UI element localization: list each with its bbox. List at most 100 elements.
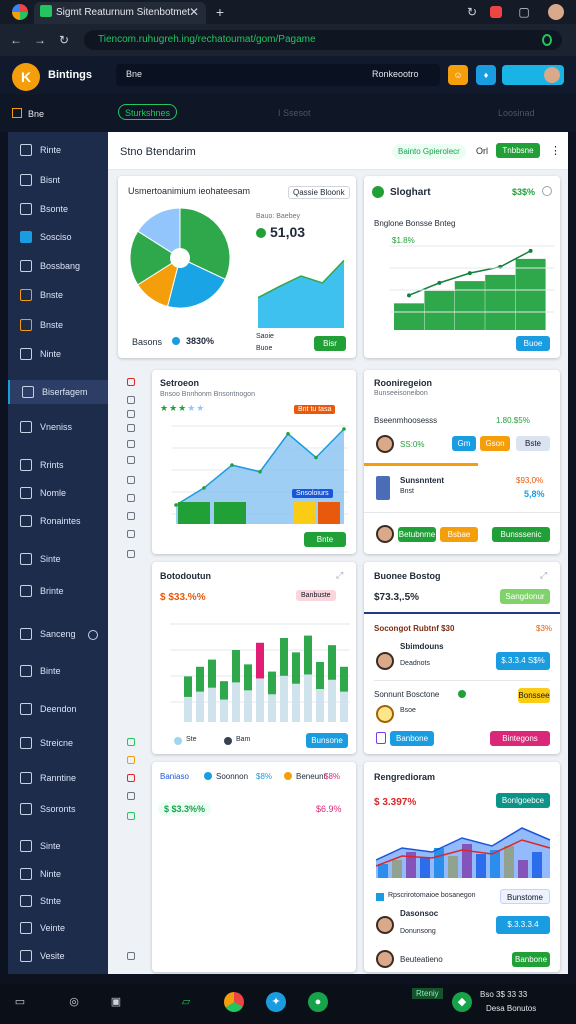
list-row3-chip[interactable]: Betubnme	[398, 527, 436, 542]
back-icon[interactable]: ←	[8, 32, 24, 48]
tool-icon[interactable]	[127, 378, 135, 386]
primary-action-button[interactable]: Tnbbsne	[496, 143, 540, 158]
tool-icon[interactable]	[127, 756, 135, 764]
sidebar-item[interactable]: Vesite	[8, 944, 108, 968]
list-row1-button-3[interactable]: Bste	[516, 436, 550, 451]
sidebar-item[interactable]: Ninte	[8, 342, 108, 366]
tool-icon[interactable]	[127, 424, 135, 432]
subnav-tab-active[interactable]: Sturkshnes	[118, 104, 178, 120]
extension-icon[interactable]	[542, 34, 552, 46]
list-row3-button-2[interactable]: Bsbae	[440, 527, 478, 542]
browser-icon[interactable]	[224, 992, 244, 1012]
sidebar-item[interactable]: Bnste	[8, 283, 108, 307]
sales-tag[interactable]: Sangdonur	[500, 589, 550, 604]
tool-icon[interactable]	[127, 774, 135, 782]
sidebar-item[interactable]: Nomle	[8, 481, 108, 505]
area-card-button[interactable]: Bnte	[304, 532, 346, 547]
tool-icon[interactable]	[127, 410, 135, 418]
stat-info-icon[interactable]	[542, 186, 552, 196]
sales-row3-button[interactable]: Banbone	[390, 731, 434, 746]
sales-row1-button[interactable]: $.3.3.4 S$%	[496, 652, 550, 670]
bars-menu-icon[interactable]: ⤢	[336, 570, 343, 581]
pie-card-button[interactable]: Bisr	[314, 336, 346, 351]
sidebar-item[interactable]: Deendon	[8, 697, 108, 721]
sidebar-item[interactable]: Ronaintes	[8, 509, 108, 533]
bird-icon[interactable]: ✦	[266, 992, 286, 1012]
tool-icon[interactable]	[127, 792, 135, 800]
sidebar-item[interactable]: Rrints	[8, 453, 108, 477]
tool-icon[interactable]	[127, 494, 135, 502]
tool-icon[interactable]	[127, 440, 135, 448]
sidebar-item[interactable]: Bossbang	[8, 254, 108, 278]
stat-card-button[interactable]: Buoe	[516, 336, 550, 351]
profile-avatar[interactable]	[548, 4, 564, 20]
folder-icon[interactable]: ▱	[176, 992, 196, 1012]
sidebar-item[interactable]: Binte	[8, 659, 108, 683]
tool-icon[interactable]	[127, 738, 135, 746]
notification-icon[interactable]	[490, 6, 502, 18]
list-row1-button-2[interactable]: Gson	[480, 436, 510, 451]
url-input[interactable]: Tiencom.ruhugreh.ing/rechatoumat/gom/Pag…	[84, 30, 562, 50]
window-icon[interactable]: ▣	[106, 992, 126, 1012]
window-icon[interactable]: ▢	[516, 4, 532, 20]
tool-icon[interactable]	[127, 952, 135, 960]
sidebar-item[interactable]: Sosciso	[8, 225, 108, 249]
compass-icon[interactable]: ◎	[64, 992, 84, 1012]
radio-icon[interactable]	[88, 630, 98, 640]
tool-icon[interactable]	[127, 550, 135, 558]
browser-tab[interactable]: Sigmt Reaturnum Sitenbotmet	[34, 2, 206, 24]
new-tab-icon[interactable]: +	[212, 4, 228, 20]
subnav-tab[interactable]: I Ssesot	[278, 108, 311, 118]
tool-icon[interactable]	[127, 512, 135, 520]
combo-row3-button[interactable]: Banbone	[512, 952, 550, 967]
tray-icon[interactable]: ◆	[452, 992, 472, 1012]
history-icon[interactable]: ↻	[464, 4, 480, 20]
sidebar-item[interactable]: Rinte	[8, 138, 108, 162]
sidebar-item[interactable]: Bsonte	[8, 197, 108, 221]
sales-row2-tag[interactable]: Bonssee	[518, 688, 550, 703]
sidebar-item[interactable]: Bisnt	[8, 168, 108, 192]
reload-icon[interactable]: ↻	[56, 32, 72, 48]
sidebar-item[interactable]: Sinte	[8, 834, 108, 858]
sidebar-item[interactable]: Vneniss	[8, 415, 108, 439]
sidebar-item[interactable]: Bnste	[8, 313, 108, 337]
sidebar-item[interactable]: Ssoronts	[8, 797, 108, 821]
tool-icon[interactable]	[127, 456, 135, 464]
kpi-dot	[256, 228, 266, 238]
pie-card-badge[interactable]: Qassie Bloonk	[288, 186, 350, 199]
brand-logo-icon[interactable]: K	[12, 63, 40, 91]
header-link[interactable]: Ronkeootro	[372, 69, 419, 79]
sidebar-item[interactable]: Veinte	[8, 916, 108, 940]
sidebar-item[interactable]: Ninte	[8, 862, 108, 886]
alert-icon[interactable]: ☺	[448, 65, 468, 85]
home-icon[interactable]	[12, 108, 22, 118]
chat-icon[interactable]: ●	[308, 992, 328, 1012]
sidebar-item[interactable]: Stnte	[8, 889, 108, 913]
tab-close-icon[interactable]: ✕	[186, 4, 202, 20]
files-icon[interactable]: ▭	[10, 992, 30, 1012]
list-row3-button[interactable]: Bunsssenic	[492, 527, 550, 542]
combo-checkbox[interactable]	[376, 893, 384, 901]
bars-card-button[interactable]: Bunsone	[306, 733, 348, 748]
combo-row2-button[interactable]: $.3.3.3.4	[496, 916, 550, 934]
forward-icon[interactable]: →	[32, 32, 48, 48]
sidebar-item[interactable]: Biserfagem	[8, 380, 108, 404]
tool-icon[interactable]	[127, 530, 135, 538]
combo-tag[interactable]: Bonlgoebce	[496, 793, 550, 808]
tool-icon[interactable]	[127, 476, 135, 484]
bell-icon[interactable]: ♦	[476, 65, 496, 85]
sidebar-item[interactable]: Brinte	[8, 579, 108, 603]
user-avatar[interactable]	[544, 67, 560, 83]
tool-icon[interactable]	[127, 812, 135, 820]
sales-menu-icon[interactable]: ⤢	[540, 570, 547, 581]
filter-chip[interactable]: Bainto Gpierolecr	[392, 144, 466, 159]
tool-icon[interactable]	[127, 396, 135, 404]
more-icon[interactable]: ⋮	[550, 144, 561, 157]
subnav-tab-2[interactable]: Loosinad	[498, 108, 535, 118]
combo-row1-tag[interactable]: Bunstome	[500, 889, 550, 904]
sidebar-item[interactable]: Sinte	[8, 547, 108, 571]
list-row1-button-1[interactable]: Gm	[452, 436, 476, 451]
sidebar-item[interactable]: Ranntine	[8, 766, 108, 790]
sales-row3-tag[interactable]: Bintegons	[490, 731, 550, 746]
sidebar-item[interactable]: Streicne	[8, 731, 108, 755]
